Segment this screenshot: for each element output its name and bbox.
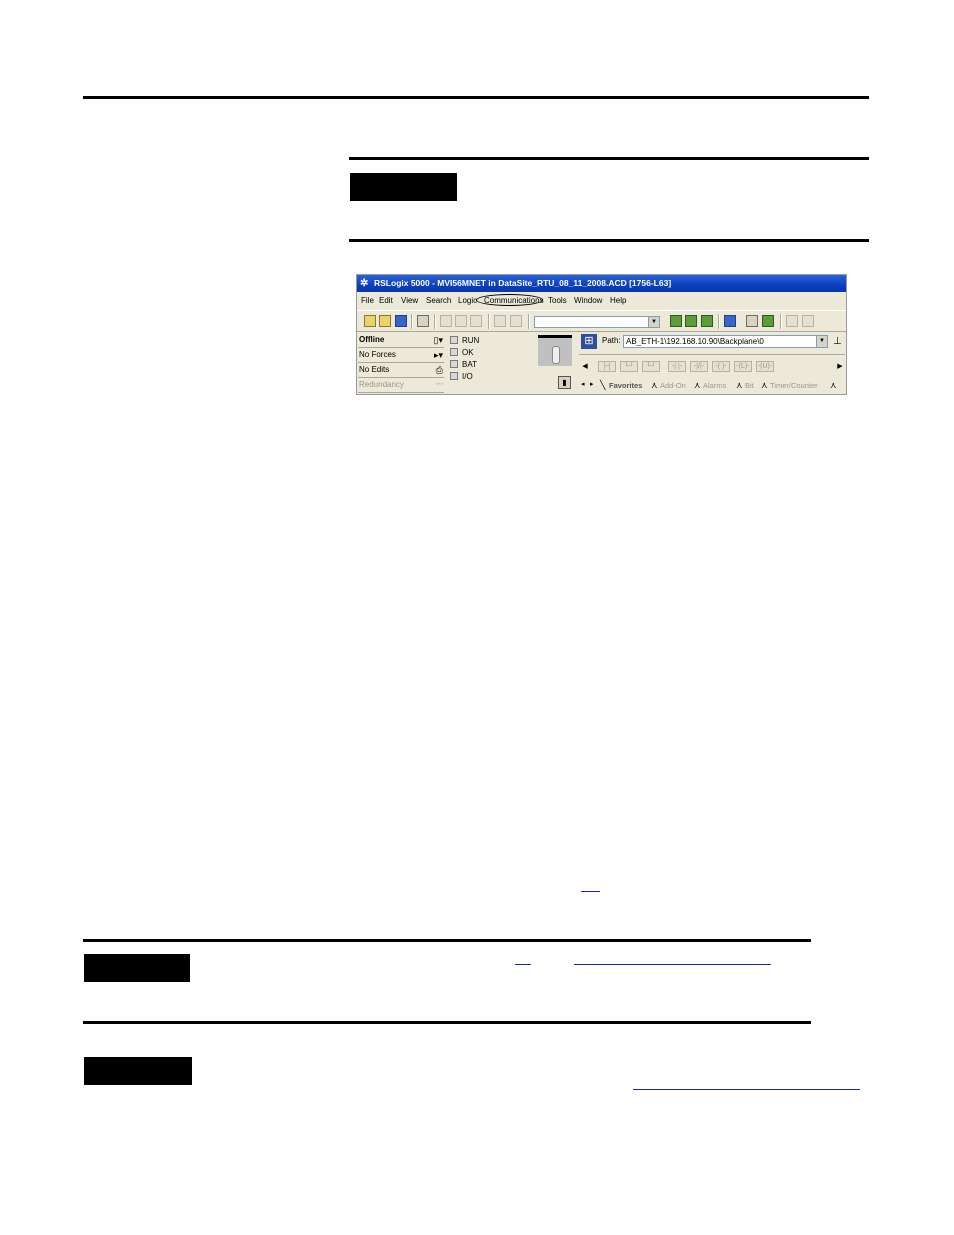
scroll-right-icon[interactable]: ▶ <box>836 362 844 372</box>
verify-icon[interactable] <box>670 315 682 327</box>
offline-dropdown-icon[interactable]: ▯▾ <box>434 334 443 346</box>
network-path-icon[interactable]: ⊞ <box>581 334 597 349</box>
light-run: RUN <box>450 335 479 346</box>
status-edits[interactable]: No Edits ⎙ <box>358 363 444 378</box>
tab-add-on[interactable]: Add-On <box>660 381 686 390</box>
link-underline-4[interactable] <box>633 1089 860 1090</box>
chevron-down-icon[interactable]: ▼ <box>648 317 659 327</box>
rung-icon[interactable]: ├┤ <box>598 361 616 372</box>
set-path-icon[interactable]: ⊥ <box>831 335 844 348</box>
rslogix-window: ✲ RSLogix 5000 - MVI56MNET in DataSite_R… <box>356 274 847 395</box>
undo-icon[interactable] <box>494 315 506 327</box>
tab-scroll-right-icon[interactable]: ▸ <box>590 380 594 388</box>
scroll-left-icon[interactable]: ◀ <box>581 362 589 372</box>
menu-help[interactable]: Help <box>610 293 626 308</box>
light-bat: BAT <box>450 359 477 370</box>
note2-top-rule <box>83 939 811 942</box>
controller-organizer-icon[interactable] <box>724 315 736 327</box>
light-io: I/O <box>450 371 473 382</box>
instruction-tabs: ◂ ▸ ╲ Favorites ⋏ Add-On ⋏ Alarms ⋏ Bit … <box>581 380 837 390</box>
tab-timer-counter[interactable]: Timer/Counter <box>770 381 818 390</box>
tab-bit[interactable]: Bit <box>745 381 754 390</box>
chevron-down-icon[interactable]: ▼ <box>816 336 827 347</box>
callout-label-box-2 <box>84 954 190 982</box>
xio-icon[interactable]: -|/|- <box>690 361 708 372</box>
path-bar: ⊞ Path: AB_ETH-1\192.168.10.90\Backplane… <box>579 333 845 351</box>
menu-file[interactable]: File <box>361 293 374 308</box>
menu-view[interactable]: View <box>401 293 418 308</box>
callout-label-box-1 <box>350 173 457 201</box>
link-underline-1[interactable] <box>581 891 600 892</box>
open-icon[interactable] <box>379 315 391 327</box>
paste-icon[interactable] <box>470 315 482 327</box>
note2-bottom-rule <box>83 1021 811 1024</box>
redo-icon[interactable] <box>510 315 522 327</box>
menu-search[interactable]: Search <box>426 293 451 308</box>
path-label: Path: <box>602 336 621 345</box>
copy-icon[interactable] <box>455 315 467 327</box>
callout-label-box-3 <box>84 1057 192 1085</box>
go-online-icon[interactable] <box>701 315 713 327</box>
instruction-toolbar: ◀ ├┤ └┘ └┘ -| |- -|/|- -( )- -(L)- -(U)-… <box>579 354 845 395</box>
ote-icon[interactable]: -( )- <box>712 361 730 372</box>
branch-level-icon[interactable]: └┘ <box>642 361 660 372</box>
properties-icon[interactable] <box>746 315 758 327</box>
status-redundancy[interactable]: Redundancy ◦-◦ <box>358 378 444 393</box>
menu-tools[interactable]: Tools <box>548 293 567 308</box>
xic-icon[interactable]: -| |- <box>668 361 686 372</box>
edits-lock-icon: ⎙ <box>435 365 443 375</box>
branch-icon[interactable]: └┘ <box>620 361 638 372</box>
title-bar: ✲ RSLogix 5000 - MVI56MNET in DataSite_R… <box>357 275 846 292</box>
redundancy-icon: ◦-◦ <box>435 381 443 388</box>
status-lights: RUN OK BAT I/O <box>450 335 510 385</box>
tab-favorites[interactable]: Favorites <box>609 381 642 390</box>
status-forces[interactable]: No Forces ▸▾ <box>358 348 444 363</box>
cut-icon[interactable] <box>440 315 452 327</box>
search-combo[interactable]: ▼ <box>534 316 660 328</box>
top-rule <box>83 96 869 99</box>
link-underline-2[interactable] <box>515 964 531 965</box>
controller-status-panel: Offline ▯▾ No Forces ▸▾ No Edits ⎙ Redun… <box>357 333 446 395</box>
new-icon[interactable] <box>364 315 376 327</box>
verify-routine-icon[interactable] <box>762 315 774 327</box>
link-underline-3[interactable] <box>574 964 771 965</box>
path-dropdown[interactable]: AB_ETH-1\192.168.10.90\Backplane\0 ▼ <box>623 335 828 348</box>
menu-bar: File Edit View Search Logic Communicatio… <box>357 293 846 308</box>
note-bottom-rule <box>349 239 869 242</box>
zoom-out-icon[interactable] <box>802 315 814 327</box>
communications-highlight-circle <box>476 294 543 306</box>
tab-alarms[interactable]: Alarms <box>703 381 726 390</box>
forces-arrow-icon[interactable]: ▸▾ <box>434 349 443 361</box>
zoom-in-icon[interactable] <box>786 315 798 327</box>
note-top-rule <box>349 157 869 160</box>
who-active-icon[interactable] <box>685 315 697 327</box>
otl-icon[interactable]: -(L)- <box>734 361 752 372</box>
keyswitch-icon <box>538 335 572 366</box>
controller-properties-button[interactable]: ▮ <box>558 376 571 389</box>
menu-logic[interactable]: Logic <box>458 293 477 308</box>
main-toolbar: ▼ <box>357 310 846 332</box>
tab-scroll-left-icon[interactable]: ◂ <box>581 380 585 388</box>
print-icon[interactable] <box>417 315 429 327</box>
light-ok: OK <box>450 347 474 358</box>
status-offline[interactable]: Offline ▯▾ <box>358 333 444 348</box>
menu-window[interactable]: Window <box>574 293 602 308</box>
save-icon[interactable] <box>395 315 407 327</box>
otu-icon[interactable]: -(U)- <box>756 361 774 372</box>
window-title: RSLogix 5000 - MVI56MNET in DataSite_RTU… <box>374 278 672 288</box>
menu-edit[interactable]: Edit <box>379 293 393 308</box>
rslogix-app-icon: ✲ <box>360 278 369 289</box>
